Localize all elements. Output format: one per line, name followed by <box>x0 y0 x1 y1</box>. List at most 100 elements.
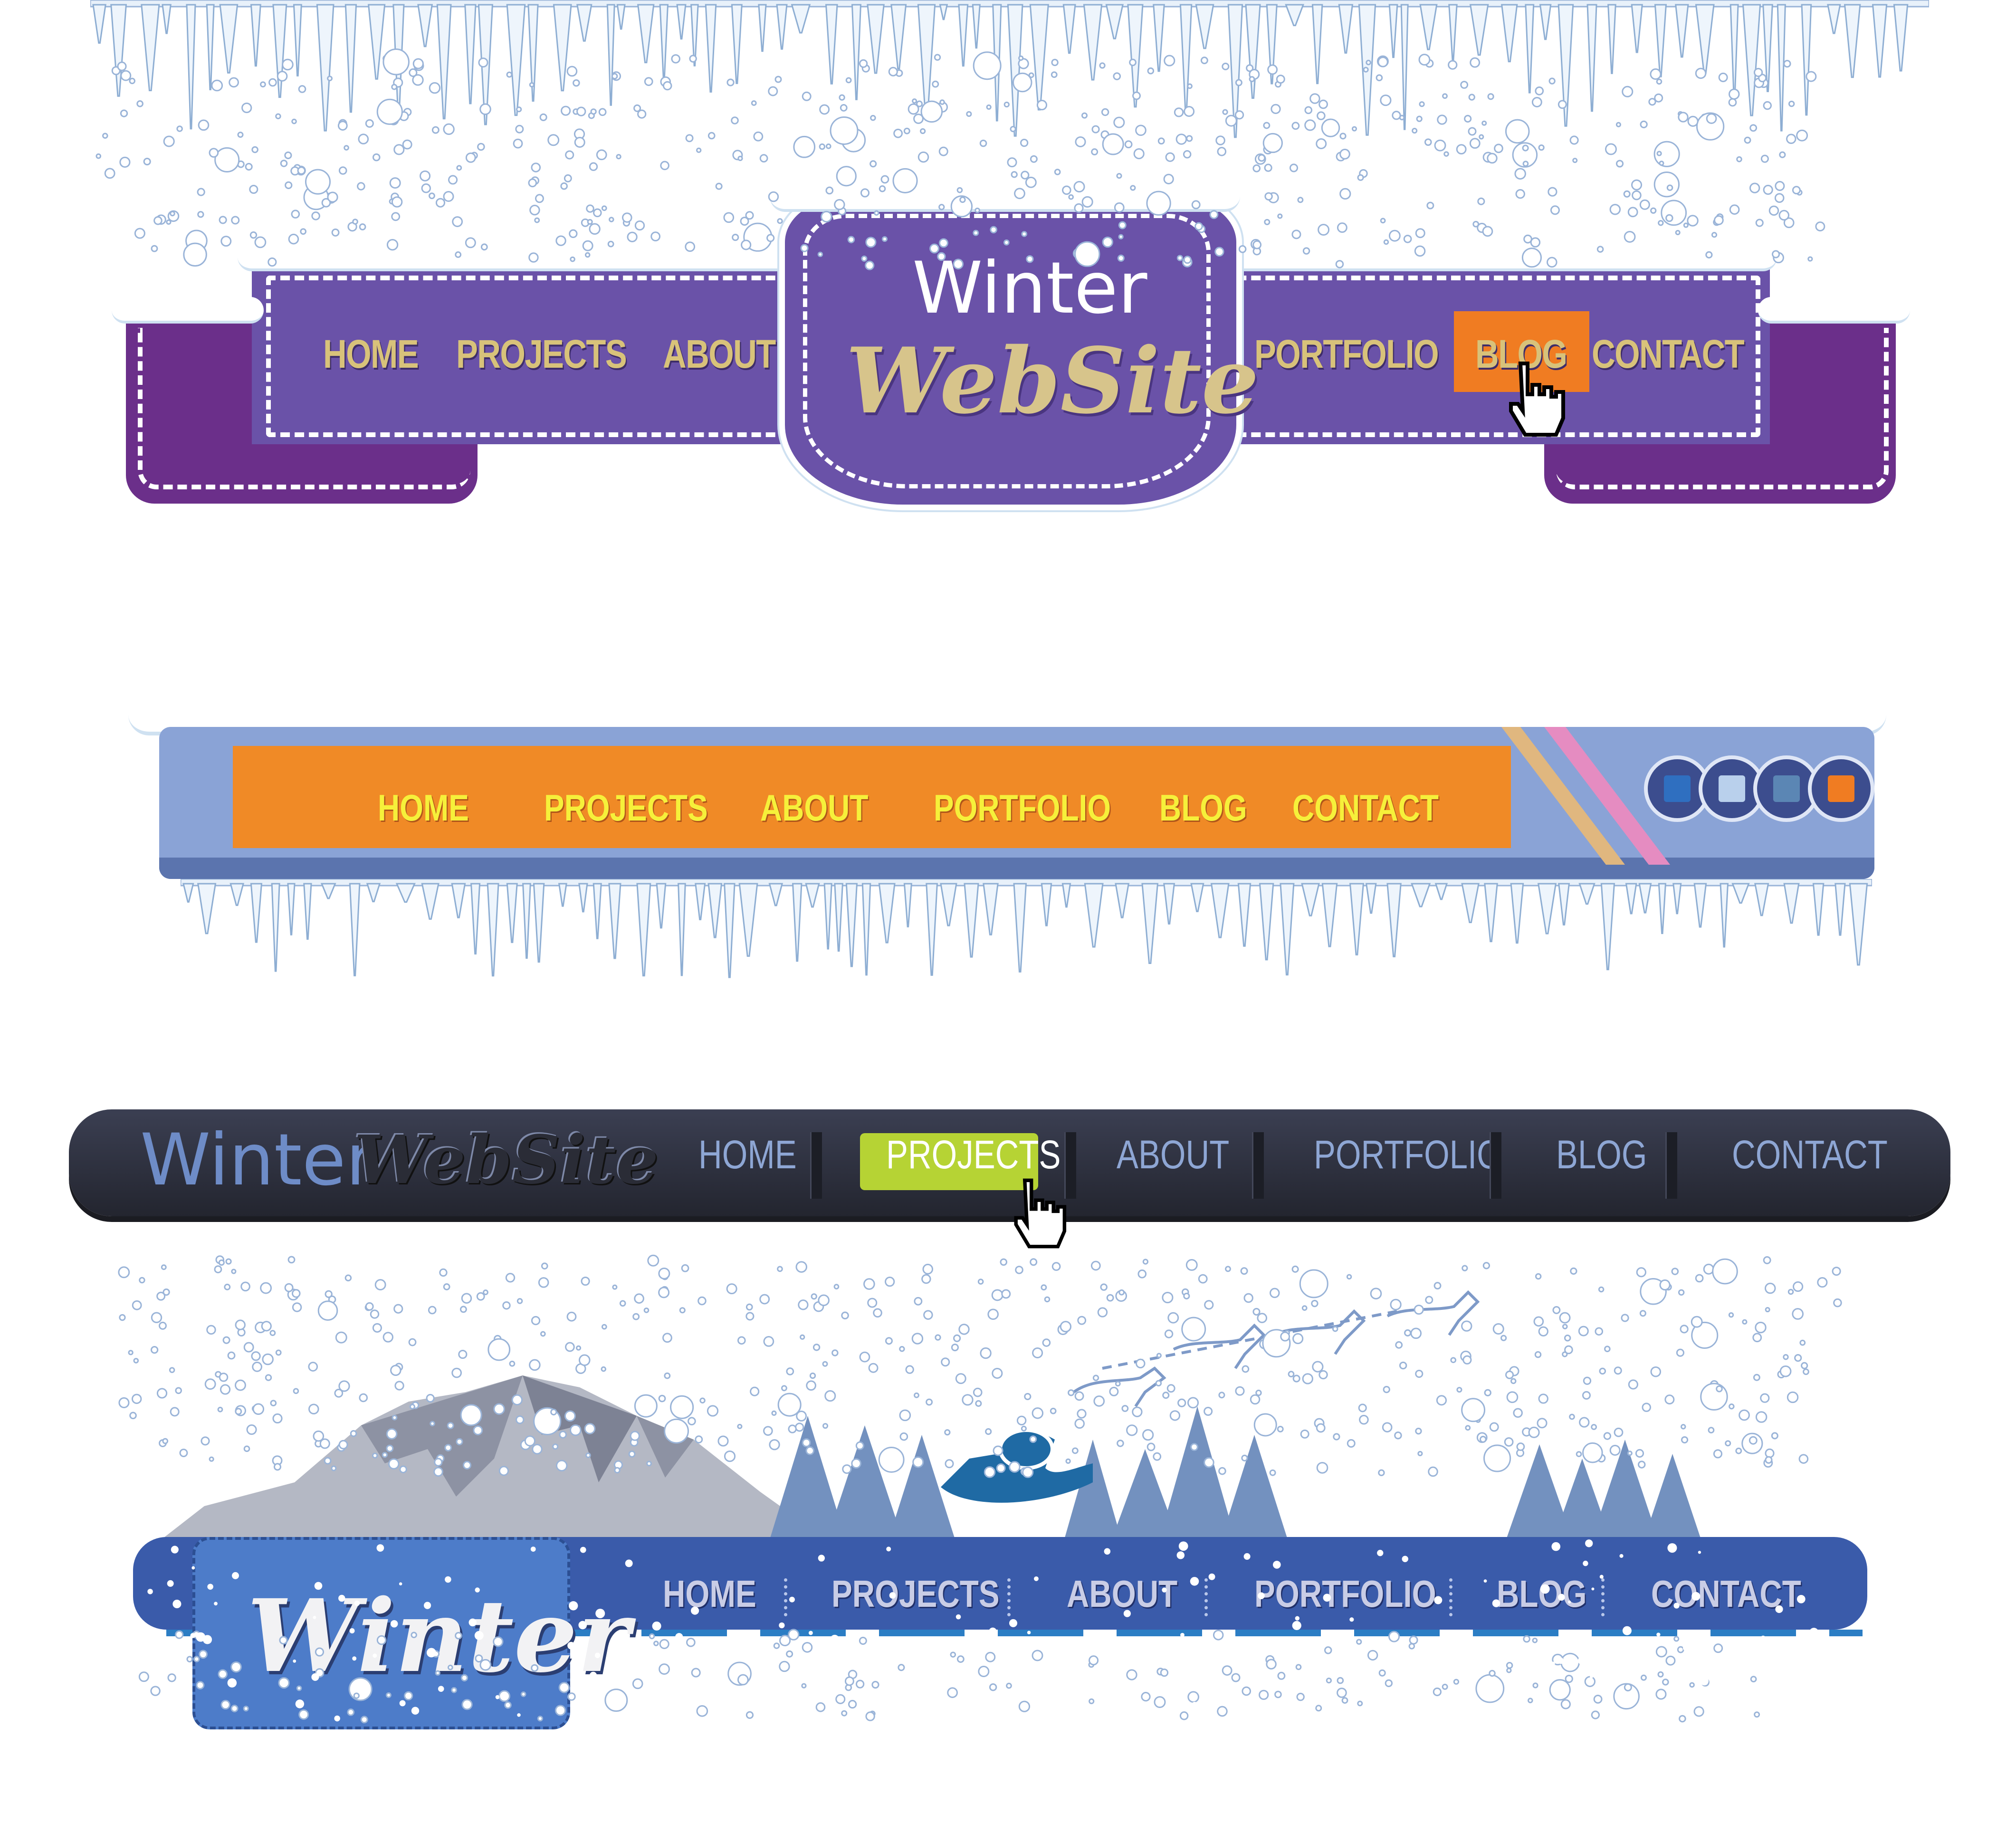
nav-home[interactable]: HOME <box>378 782 469 834</box>
icicle-icon <box>1280 883 1295 976</box>
snowflake-icon <box>1198 1274 1208 1284</box>
icicle-icon <box>1227 4 1243 138</box>
snowflake-icon <box>382 55 390 62</box>
snowflake-icon <box>399 111 409 121</box>
snowflake-icon <box>912 98 917 104</box>
icicle-icon <box>776 4 788 50</box>
snowflake-icon <box>1336 152 1346 162</box>
snowflake-icon <box>1267 64 1278 75</box>
snowflake-icon <box>1565 1674 1573 1683</box>
icicle-icon <box>1388 4 1398 58</box>
snowflake-icon <box>1678 112 1689 123</box>
icicle-icon <box>1586 4 1597 112</box>
icicle-icon <box>637 4 655 64</box>
nav-portfolio[interactable]: PORTFOLIO <box>934 782 1111 834</box>
snowflake-icon <box>128 1350 134 1355</box>
snowflake-icon <box>1472 220 1480 228</box>
nav-about[interactable]: ABOUT <box>760 782 868 834</box>
snowflake-icon <box>774 76 782 83</box>
snowflake-icon <box>1405 1680 1412 1688</box>
nav-contact[interactable]: CONTACT <box>1292 782 1439 834</box>
snowflake-icon <box>1739 1409 1750 1421</box>
snowflake-icon <box>218 1259 225 1266</box>
snowflake-icon <box>161 1264 167 1270</box>
icicle-icon <box>1153 4 1165 72</box>
snowflake-icon <box>653 1641 659 1646</box>
snowflake-icon <box>766 234 775 242</box>
icicle-icon <box>1062 4 1076 54</box>
nav-blog[interactable]: BLOG <box>1497 1568 1586 1620</box>
snowflake-icon <box>167 1673 176 1682</box>
snowflake-icon <box>1448 60 1458 70</box>
icicle-icon <box>1844 4 1861 78</box>
nav-about[interactable]: ABOUT <box>663 328 776 380</box>
snowflake-icon <box>985 1651 996 1662</box>
nav-projects[interactable]: PROJECTS <box>886 1128 1061 1181</box>
icicle-icon <box>1358 4 1376 136</box>
snowflake-icon <box>1735 1447 1742 1454</box>
snowflake-icon <box>1028 72 1034 78</box>
icicle-icon <box>110 4 127 97</box>
snowflake-icon <box>1640 1674 1647 1681</box>
snowflake-icon <box>1018 55 1024 61</box>
nav-contact[interactable]: CONTACT <box>1651 1568 1801 1620</box>
snowflake-icon <box>1632 190 1642 200</box>
snowflake-icon <box>214 1265 222 1274</box>
snowflake-icon <box>547 134 560 146</box>
nav-about[interactable]: ABOUT <box>1067 1568 1177 1620</box>
nav-contact[interactable]: CONTACT <box>1592 328 1745 380</box>
icicle-icon <box>851 4 862 100</box>
snowflake-icon <box>660 161 669 171</box>
snowflake-icon <box>531 176 539 185</box>
snowflake-icon <box>1609 204 1621 215</box>
snowflake-icon <box>285 181 293 190</box>
snowflake-icon <box>1615 122 1621 127</box>
snowflake-icon <box>1268 192 1279 203</box>
round-button-4[interactable] <box>1808 755 1874 822</box>
snowflake-icon <box>609 217 614 222</box>
snowflake-icon <box>1657 1671 1664 1678</box>
snowflake-icon <box>1754 77 1765 88</box>
nav-projects[interactable]: PROJECTS <box>544 782 708 834</box>
snowflake-icon <box>1217 147 1227 156</box>
snowflake-icon <box>773 1642 780 1649</box>
snowflake-icon <box>715 182 723 190</box>
snowflake-icon <box>1021 171 1030 180</box>
nav-blog[interactable]: BLOG <box>1159 782 1247 834</box>
snowflake-icon <box>479 103 491 115</box>
snowflake-icon <box>412 74 424 86</box>
snowflake-icon <box>183 242 207 267</box>
snowflake-icon <box>1006 1682 1012 1689</box>
snowflake-icon <box>531 162 541 172</box>
nav-projects[interactable]: PROJECTS <box>456 328 627 380</box>
snowflake-icon <box>1779 1365 1792 1377</box>
snowflake-icon <box>535 194 544 203</box>
nav-home[interactable]: HOME <box>698 1128 797 1181</box>
snowflake-icon <box>1367 1650 1378 1661</box>
snowflake-icon <box>574 136 585 148</box>
nav-about[interactable]: ABOUT <box>1117 1128 1229 1181</box>
nav-projects[interactable]: PROJECTS <box>831 1568 1000 1620</box>
snowflake-icon <box>284 151 292 160</box>
snowflake-icon <box>321 198 331 208</box>
nav-home[interactable]: HOME <box>663 1568 756 1620</box>
snowflake-icon <box>1339 133 1347 140</box>
nav-portfolio[interactable]: PORTFOLIO <box>1314 1128 1502 1181</box>
icicle-icon <box>1672 883 1682 915</box>
nav-portfolio[interactable]: PORTFOLIO <box>1254 328 1439 380</box>
icicle-icon <box>1849 883 1868 966</box>
nav-contact[interactable]: CONTACT <box>1732 1128 1888 1181</box>
snowflake-icon <box>1359 169 1368 178</box>
snowflake-icon <box>912 1680 919 1688</box>
icicle-icon <box>791 4 811 34</box>
snowflake-icon <box>389 198 395 205</box>
nav-blog[interactable]: BLOG <box>1475 328 1567 380</box>
nav-home[interactable]: HOME <box>323 328 419 380</box>
snowflake-icon <box>871 1680 879 1689</box>
nav-portfolio[interactable]: PORTFOLIO <box>1254 1568 1436 1620</box>
nav-blog[interactable]: BLOG <box>1556 1128 1647 1181</box>
snowflake-icon <box>1264 163 1272 172</box>
square-icon <box>1828 775 1854 802</box>
snowflake-icon <box>956 1655 965 1663</box>
snowflake-icon <box>1357 174 1364 181</box>
